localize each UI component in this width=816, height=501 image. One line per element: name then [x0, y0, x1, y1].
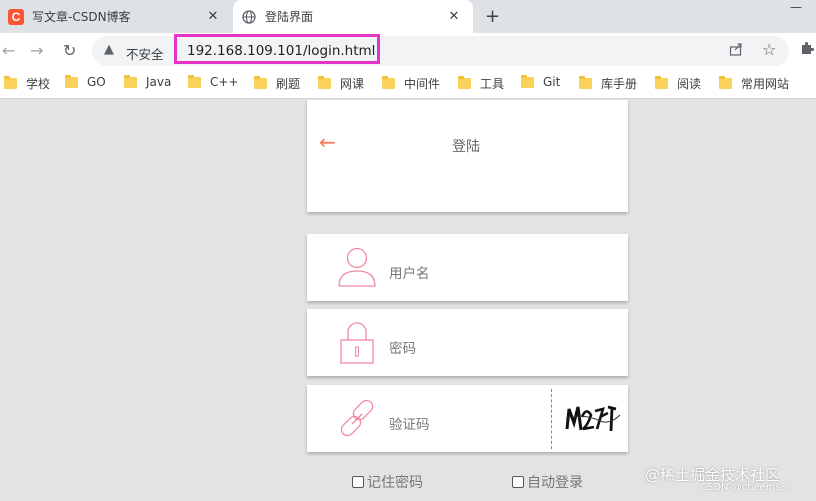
captcha-divider — [551, 389, 552, 449]
folder-icon — [318, 76, 331, 89]
autologin-checkbox[interactable] — [512, 476, 524, 488]
bookmark-item[interactable]: 学校 — [4, 75, 50, 92]
tab-strip: C 写文章-CSDN博客 ✕ 登陆界面 ✕ + — — [0, 0, 816, 33]
url-text[interactable]: 192.168.109.101/login.html — [187, 43, 375, 59]
captcha-field[interactable]: 验证码 — [307, 385, 628, 452]
star-icon[interactable]: ☆ — [762, 40, 776, 59]
bookmark-item[interactable]: 网课 — [318, 75, 364, 92]
folder-icon — [719, 76, 732, 89]
globe-icon — [241, 9, 257, 25]
security-label[interactable]: 不安全 — [126, 44, 164, 63]
bookmark-item[interactable]: 工具 — [458, 75, 504, 92]
auto-login[interactable]: 自动登录 — [512, 472, 583, 492]
login-header: ← 登陆 — [307, 100, 628, 212]
folder-icon — [254, 76, 267, 89]
remember-password[interactable]: 记住密码 — [352, 472, 423, 492]
folder-icon — [4, 76, 17, 89]
minimize-icon[interactable]: — — [790, 0, 802, 14]
folder-icon — [382, 76, 395, 89]
tab-title: 登陆界面 — [265, 10, 314, 24]
bookmark-item[interactable]: GO — [65, 74, 106, 89]
remember-checkbox[interactable] — [352, 476, 364, 488]
extensions-icon[interactable] — [800, 41, 814, 59]
address-bar[interactable]: ▲ 不安全 192.168.109.101/login.html ☆ — [92, 34, 789, 66]
back-icon[interactable]: ← — [2, 41, 15, 60]
folder-icon — [579, 76, 592, 89]
remember-label: 记住密码 — [367, 475, 423, 491]
username-placeholder: 用户名 — [389, 266, 430, 282]
folder-icon — [188, 74, 201, 88]
back-arrow-icon[interactable]: ← — [319, 130, 336, 154]
folder-icon — [521, 74, 534, 88]
csdn-icon: C — [8, 8, 24, 25]
tab-title: 写文章-CSDN博客 — [32, 10, 131, 24]
forward-icon[interactable]: → — [30, 41, 43, 60]
autologin-label: 自动登录 — [527, 475, 583, 491]
link-icon — [335, 395, 379, 441]
bookmark-item[interactable]: Java — [124, 74, 171, 89]
page-title: 登陆 — [452, 139, 480, 155]
password-field[interactable]: 密码 — [307, 309, 628, 376]
bookmark-item[interactable]: 库手册 — [579, 75, 637, 92]
username-field[interactable]: 用户名 — [307, 234, 628, 301]
new-tab-button[interactable]: + — [485, 6, 500, 27]
lock-icon — [335, 319, 379, 365]
close-icon[interactable]: ✕ — [445, 9, 463, 24]
tab-csdn[interactable]: C 写文章-CSDN博客 ✕ — [0, 0, 232, 33]
browser-toolbar: ← → ↻ ▲ 不安全 192.168.109.101/login.html ☆ — [0, 33, 816, 69]
bookmarks-bar: 学校 GO Java C++ 刷题 网课 中间件 工具 Git 库手册 阅读 常… — [0, 69, 816, 99]
tab-login[interactable]: 登陆界面 ✕ — [233, 0, 473, 33]
bookmark-item[interactable]: 常用网站 — [719, 75, 789, 92]
password-placeholder: 密码 — [389, 341, 416, 357]
user-icon — [335, 244, 379, 290]
captcha-image[interactable] — [564, 397, 622, 439]
warning-icon[interactable]: ▲ — [104, 42, 114, 57]
share-icon[interactable] — [729, 42, 743, 60]
bookmark-item[interactable]: Git — [521, 74, 560, 89]
bookmark-item[interactable]: C++ — [188, 74, 239, 89]
folder-icon — [458, 76, 471, 89]
folder-icon — [65, 74, 78, 88]
captcha-placeholder: 验证码 — [389, 417, 430, 433]
bookmark-item[interactable]: 中间件 — [382, 75, 440, 92]
watermark-csdn: CSDN @cheems~ — [700, 482, 790, 493]
close-icon[interactable]: ✕ — [204, 9, 222, 24]
reload-icon[interactable]: ↻ — [63, 41, 76, 60]
bookmark-item[interactable]: 阅读 — [655, 75, 701, 92]
folder-icon — [124, 74, 137, 88]
bookmark-item[interactable]: 刷题 — [254, 75, 300, 92]
folder-icon — [655, 76, 668, 89]
